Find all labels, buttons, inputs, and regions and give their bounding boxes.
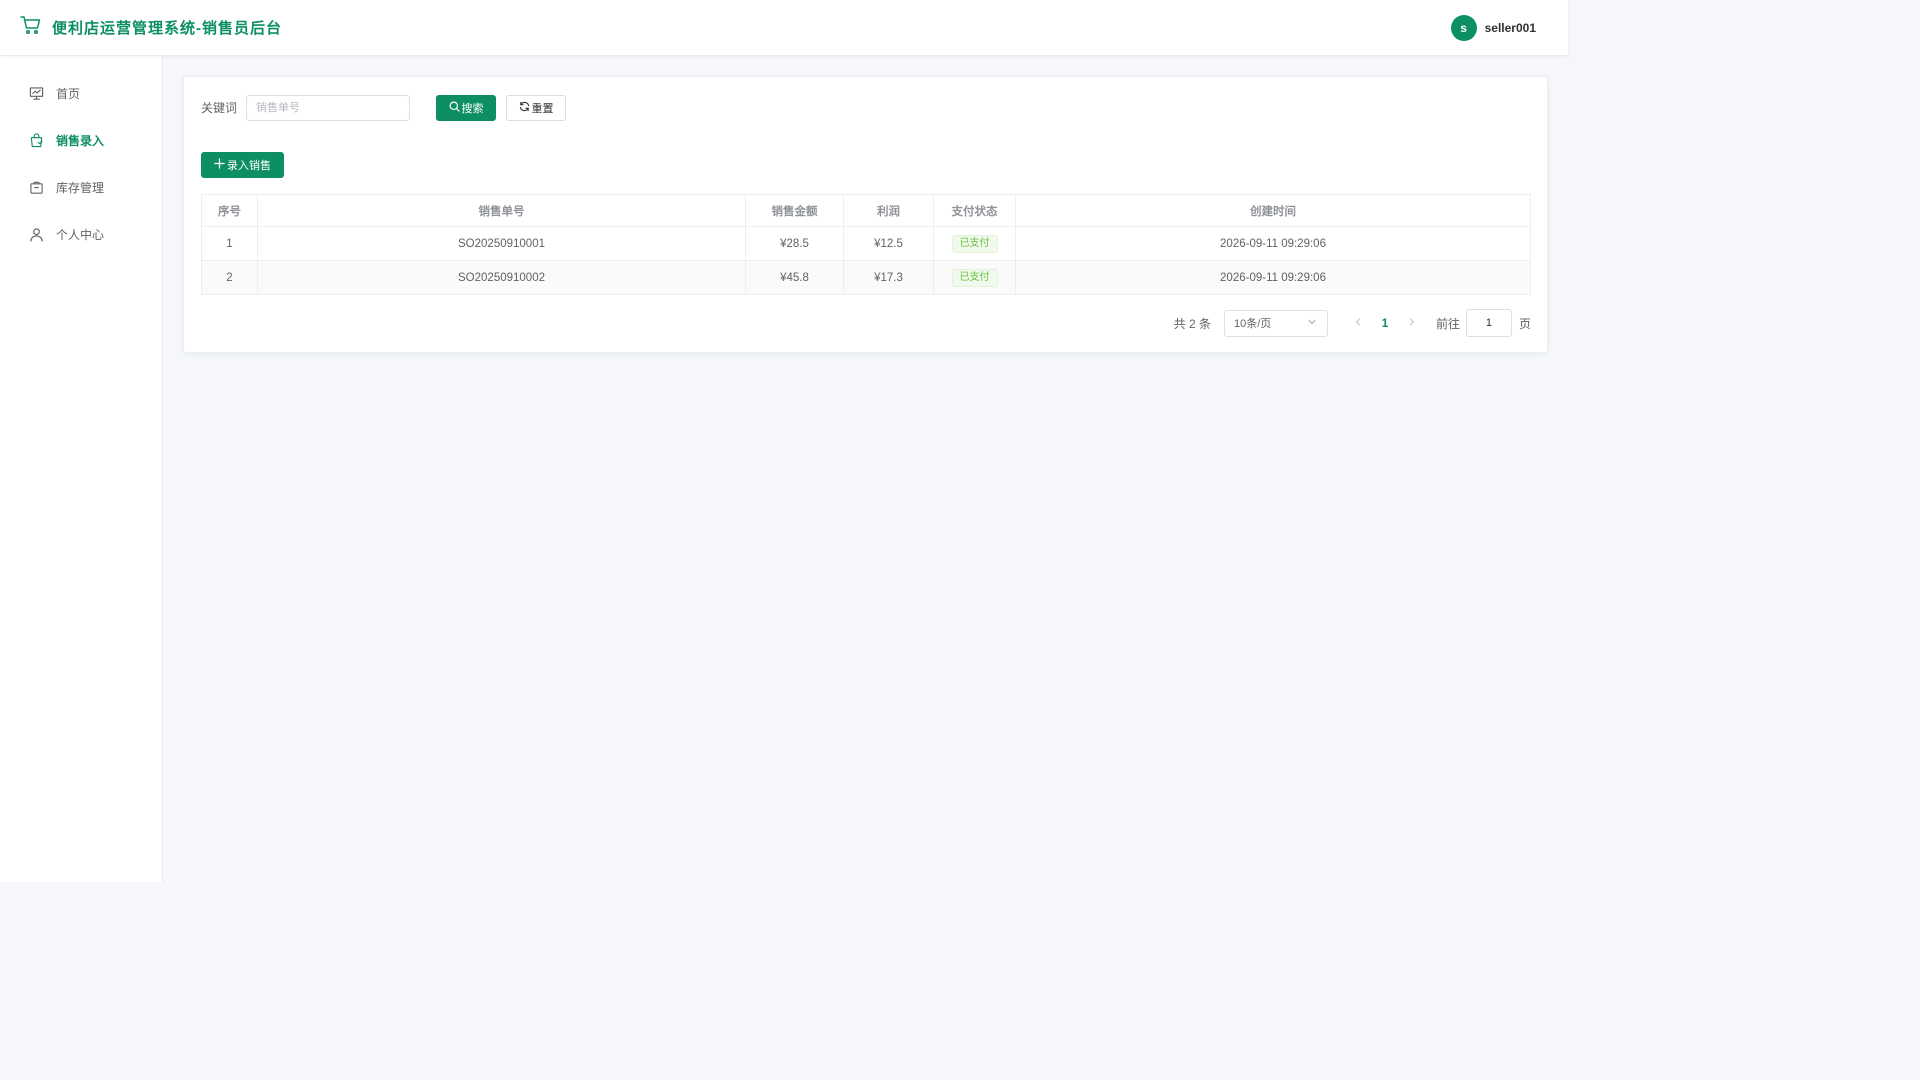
column-header-created: 创建时间	[1015, 194, 1531, 227]
chevron-left-icon	[1355, 318, 1361, 326]
sidebar-item-label: 销售录入	[56, 134, 105, 148]
cell-profit: ¥12.5	[843, 226, 934, 261]
keyword-label: 关键词	[201, 101, 238, 115]
cell-status: 已支付	[933, 260, 1016, 295]
cell-created: 2026-09-11 09:29:06	[1015, 260, 1531, 295]
column-header-status: 支付状态	[933, 194, 1016, 227]
sidebar: 首页 销售录入 库存管理 个人中心	[0, 56, 163, 882]
cell-order-no: SO20250910002	[257, 260, 746, 295]
shopping-bag-icon	[28, 133, 44, 149]
table-header-row: 序号 销售单号 销售金额 利润 支付状态 创建时间	[201, 194, 1531, 227]
page-number-current[interactable]: 1	[1368, 316, 1402, 330]
column-header-amount: 销售金额	[745, 194, 844, 227]
sales-card: 关键词 搜索 重置	[183, 76, 1548, 353]
sidebar-item-label: 个人中心	[56, 228, 105, 242]
chevron-right-icon	[1409, 318, 1415, 326]
sales-table: 序号 销售单号 销售金额 利润 支付状态 创建时间 1 SO2025091000…	[201, 194, 1531, 295]
brand: 便利店运营管理系统-销售员后台	[20, 15, 282, 40]
dashboard-icon	[28, 86, 44, 102]
sidebar-item-sales-entry[interactable]: 销售录入	[0, 117, 162, 164]
goto-page-input[interactable]	[1465, 309, 1512, 337]
pagination-total: 共 2 条	[1173, 316, 1211, 331]
column-header-index: 序号	[201, 194, 258, 227]
sidebar-item-inventory[interactable]: 库存管理	[0, 164, 162, 211]
user-icon	[28, 227, 44, 243]
sidebar-item-label: 首页	[56, 87, 81, 101]
cell-index: 1	[201, 226, 258, 261]
cell-amount: ¥28.5	[745, 226, 844, 261]
chevron-down-icon	[1307, 317, 1317, 330]
page-suffix: 页	[1518, 316, 1531, 331]
status-badge: 已支付	[951, 268, 998, 287]
refresh-icon	[519, 101, 530, 115]
column-header-order-no: 销售单号	[257, 194, 746, 227]
column-header-profit: 利润	[843, 194, 934, 227]
reset-button[interactable]: 重置	[506, 94, 567, 121]
next-page-button[interactable]	[1402, 316, 1422, 330]
page-size-select[interactable]: 10条/页	[1223, 309, 1328, 337]
username[interactable]: seller001	[1485, 21, 1536, 35]
cell-created: 2026-09-11 09:29:06	[1015, 226, 1531, 261]
shopping-cart-icon	[20, 15, 42, 40]
filter-bar: 关键词 搜索 重置	[201, 94, 567, 121]
table-row[interactable]: 2 SO20250910002 ¥45.8 ¥17.3 已支付 2026-09-…	[201, 260, 1531, 295]
cell-index: 2	[201, 260, 258, 295]
keyword-input[interactable]	[246, 94, 411, 121]
app-title: 便利店运营管理系统-销售员后台	[52, 20, 282, 37]
table-row[interactable]: 1 SO20250910001 ¥28.5 ¥12.5 已支付 2026-09-…	[201, 226, 1531, 261]
cell-amount: ¥45.8	[745, 260, 844, 295]
prev-page-button[interactable]	[1348, 316, 1368, 330]
search-button-label: 搜索	[461, 102, 484, 115]
sidebar-item-profile[interactable]: 个人中心	[0, 211, 162, 258]
sidebar-item-home[interactable]: 首页	[0, 70, 162, 117]
top-header: 便利店运营管理系统-销售员后台 s seller001	[0, 0, 1568, 56]
cell-order-no: SO20250910001	[257, 226, 746, 261]
plus-icon	[214, 158, 225, 172]
add-sale-button[interactable]: 录入销售	[201, 152, 284, 178]
search-icon	[449, 101, 460, 115]
reset-button-label: 重置	[531, 102, 554, 115]
avatar[interactable]: s	[1450, 14, 1477, 41]
user-menu[interactable]: s seller001	[1450, 14, 1536, 41]
cell-profit: ¥17.3	[843, 260, 934, 295]
search-button[interactable]: 搜索	[436, 94, 497, 121]
status-badge: 已支付	[951, 234, 998, 253]
sidebar-item-label: 库存管理	[56, 181, 105, 195]
goto-label: 前往	[1435, 316, 1460, 331]
page-size-value: 10条/页	[1233, 318, 1272, 330]
cell-status: 已支付	[933, 226, 1016, 261]
box-icon	[28, 180, 44, 196]
pagination: 共 2 条 10条/页 1 前往 页	[1173, 309, 1531, 337]
add-sale-button-label: 录入销售	[227, 160, 271, 172]
